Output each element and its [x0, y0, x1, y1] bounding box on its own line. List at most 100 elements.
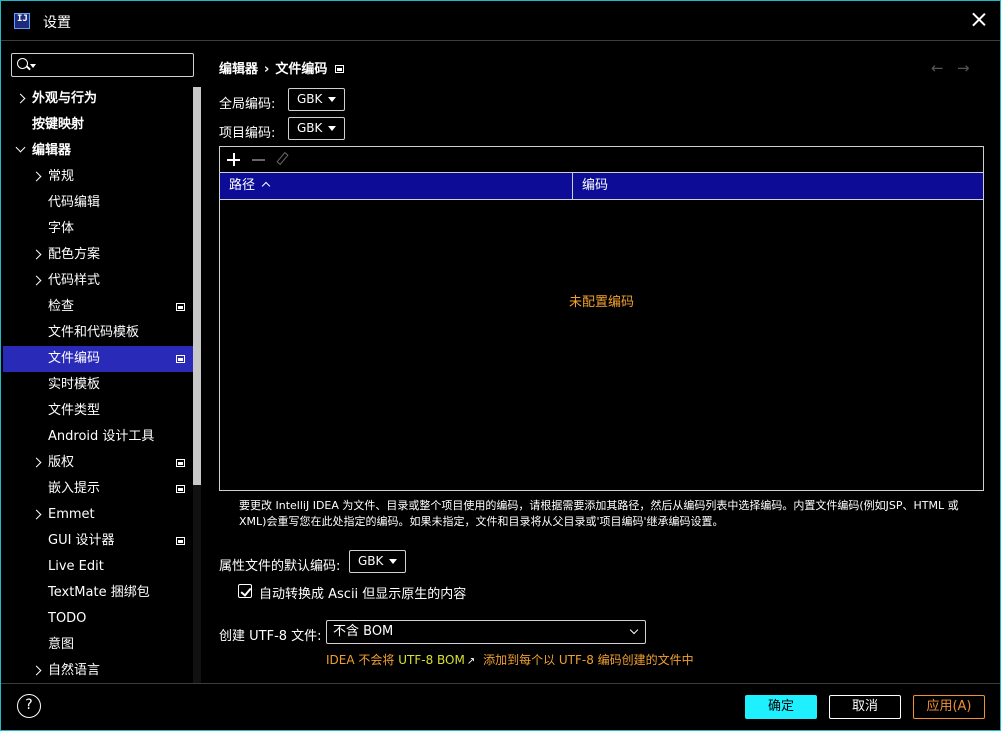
- tree-item-label: 自然语言: [48, 663, 101, 678]
- utf8-bom-label: 创建 UTF-8 文件:: [219, 629, 322, 644]
- tree-item-label: 文件和代码模板: [48, 325, 140, 340]
- tree-item[interactable]: 文件和代码模板: [3, 320, 193, 346]
- chevron-down-icon[interactable]: [30, 64, 36, 68]
- remove-icon[interactable]: [252, 159, 265, 161]
- tree-item[interactable]: TODO: [3, 606, 193, 632]
- tree-item-label: TODO: [48, 611, 87, 626]
- tree-item-label: 检查: [48, 299, 75, 314]
- tree-item[interactable]: Live Edit: [3, 554, 193, 580]
- tree-item-label: 意图: [48, 637, 75, 652]
- add-icon[interactable]: [227, 153, 240, 166]
- window-title: 设置: [43, 15, 71, 31]
- tree-item[interactable]: TextMate 捆绑包: [3, 580, 193, 606]
- project-scope-icon: [176, 355, 185, 363]
- column-header-path[interactable]: 路径: [220, 173, 573, 199]
- tree-item-label: 文件类型: [48, 403, 101, 418]
- edit-icon[interactable]: [276, 151, 289, 166]
- chevron-down-icon: [629, 625, 639, 635]
- ascii-conversion-checkbox[interactable]: [238, 584, 252, 598]
- tree-item[interactable]: 配色方案: [3, 242, 193, 268]
- chevron-right-icon[interactable]: [31, 275, 42, 286]
- help-button[interactable]: ?: [17, 694, 41, 718]
- title-bar: IJ 设置: [1, 1, 1000, 41]
- forward-arrow-icon[interactable]: →: [957, 59, 970, 77]
- cancel-button[interactable]: 取消: [829, 695, 901, 719]
- tree-item-label: 外观与行为: [32, 91, 98, 106]
- tree-item[interactable]: 代码编辑: [3, 190, 193, 216]
- tree-item[interactable]: 自然语言: [3, 658, 193, 684]
- encoding-help-text: 要更改 IntelliJ IDEA 为文件、目录或整个项目使用的编码，请根据需要…: [239, 499, 959, 528]
- external-link-icon[interactable]: ↗: [467, 656, 475, 667]
- tree-item-label: TextMate 捆绑包: [48, 585, 150, 600]
- footer-divider: [1, 683, 1000, 684]
- ok-button[interactable]: 确定: [745, 695, 817, 719]
- chevron-right-icon[interactable]: [31, 457, 42, 468]
- breadcrumb: 编辑器 › 文件编码: [219, 58, 345, 77]
- tree-scrollbar-thumb[interactable]: [193, 87, 201, 485]
- bom-note: IDEA 不会将 UTF-8 BOM ↗ 添加到每个以 UTF-8 编码创建的文件…: [326, 651, 694, 668]
- breadcrumb-separator: ›: [264, 62, 270, 77]
- path-encoding-table: 路径 编码 未配置编码: [219, 146, 984, 491]
- tree-item[interactable]: 外观与行为: [3, 86, 193, 112]
- tree-item-label: 代码样式: [48, 273, 101, 288]
- global-encoding-label: 全局编码:: [219, 97, 276, 112]
- breadcrumb-parent[interactable]: 编辑器: [219, 62, 258, 77]
- chevron-down-icon[interactable]: [15, 142, 26, 153]
- column-header-encoding[interactable]: 编码: [573, 173, 608, 199]
- tree-item[interactable]: 嵌入提示: [3, 476, 193, 502]
- tree-item-label: Live Edit: [48, 559, 104, 574]
- tree-item[interactable]: 编辑器: [3, 138, 193, 164]
- tree-item-label: 版权: [48, 455, 75, 470]
- column-header-label: 编码: [582, 178, 609, 193]
- sort-ascending-icon: [261, 181, 271, 191]
- chevron-right-icon[interactable]: [31, 665, 42, 676]
- utf8-bom-link[interactable]: UTF-8 BOM: [398, 653, 465, 667]
- properties-encoding-select[interactable]: GBK: [349, 550, 406, 573]
- tree-item-label: Android 设计工具: [48, 429, 155, 444]
- back-arrow-icon[interactable]: ←: [931, 59, 944, 77]
- project-encoding-label: 项目编码:: [219, 126, 276, 141]
- project-scope-icon: [176, 537, 185, 545]
- tree-item-label: 嵌入提示: [48, 481, 101, 496]
- chevron-right-icon[interactable]: [31, 171, 42, 182]
- breadcrumb-current: 文件编码: [275, 62, 328, 77]
- app-logo-icon: IJ: [14, 13, 30, 29]
- tree-item[interactable]: 字体: [3, 216, 193, 242]
- tree-item-label: 实时模板: [48, 377, 101, 392]
- tree-item[interactable]: 文件编码: [3, 346, 193, 372]
- tree-scrollbar[interactable]: [193, 87, 201, 684]
- chevron-right-icon[interactable]: [15, 93, 26, 104]
- tree-item[interactable]: 代码样式: [3, 268, 193, 294]
- tree-item[interactable]: GUI 设计器: [3, 528, 193, 554]
- search-icon: [17, 58, 28, 69]
- tree-item[interactable]: Android 设计工具: [3, 424, 193, 450]
- dropdown-arrow-icon: [389, 559, 397, 564]
- project-encoding-select[interactable]: GBK: [288, 117, 345, 140]
- ascii-conversion-label[interactable]: 自动转换成 Ascii 但显示原生的内容: [259, 583, 466, 602]
- tree-item[interactable]: 版权: [3, 450, 193, 476]
- close-icon[interactable]: [968, 9, 990, 31]
- tree-item[interactable]: Emmet: [3, 502, 193, 528]
- settings-window: IJ 设置 外观与行为 按键映射 编辑器 常规 代码编辑 字体 配色方案 代码样式 检查 文件和代…: [0, 0, 1001, 731]
- settings-tree: 外观与行为按键映射编辑器常规代码编辑字体 配色方案代码样式检查文件和代码模板文件编…: [3, 86, 193, 684]
- chevron-right-icon[interactable]: [31, 249, 42, 260]
- tree-item-label: 常规: [48, 169, 75, 184]
- properties-encoding-label: 属性文件的默认编码:: [219, 559, 341, 574]
- tree-item[interactable]: 常规: [3, 164, 193, 190]
- tree-item-label: 代码编辑: [48, 195, 101, 210]
- utf8-bom-select[interactable]: 不含 BOM: [326, 620, 646, 644]
- tree-item-label: GUI 设计器: [48, 533, 115, 548]
- apply-button[interactable]: 应用(A): [913, 695, 985, 719]
- tree-item[interactable]: 检查: [3, 294, 193, 320]
- project-scope-icon: [335, 65, 345, 73]
- tree-item[interactable]: 文件类型: [3, 398, 193, 424]
- tree-item-label: 按键映射: [32, 117, 85, 132]
- chevron-right-icon[interactable]: [31, 509, 42, 520]
- tree-item-label: 编辑器: [32, 143, 72, 158]
- utf8-bom-value: 不含 BOM: [333, 624, 394, 639]
- global-encoding-select[interactable]: GBK: [288, 88, 345, 111]
- settings-search-input[interactable]: [11, 53, 194, 77]
- tree-item[interactable]: 实时模板: [3, 372, 193, 398]
- tree-item[interactable]: 按键映射: [3, 112, 193, 138]
- tree-item[interactable]: 意图: [3, 632, 193, 658]
